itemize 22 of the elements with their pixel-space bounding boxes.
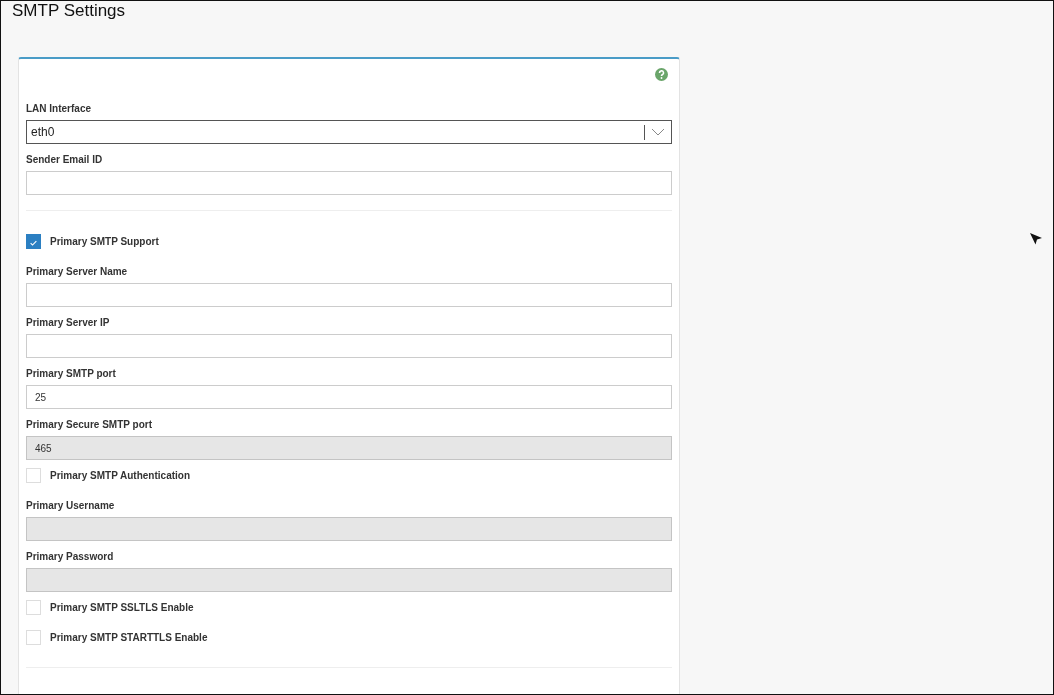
text-field[interactable] bbox=[26, 283, 672, 307]
field-label: Primary Server Name bbox=[26, 265, 129, 278]
mouse-cursor-icon bbox=[1029, 232, 1043, 246]
chevron-down-icon bbox=[651, 128, 665, 136]
checkbox-label: Primary SMTP Authentication bbox=[50, 469, 191, 481]
checkbox-label: Primary SMTP STARTTLS Enable bbox=[50, 631, 208, 643]
field-label: LAN Interface bbox=[26, 102, 92, 115]
checkbox-label: Primary SMTP Support bbox=[50, 235, 159, 247]
field-label: Primary Secure SMTP port bbox=[26, 418, 153, 431]
field-label: Primary Username bbox=[26, 499, 116, 512]
text-field[interactable] bbox=[26, 334, 672, 358]
checkbox[interactable] bbox=[26, 233, 41, 249]
field-label: Primary SMTP port bbox=[26, 367, 117, 380]
text-field[interactable]: 25 bbox=[26, 385, 672, 409]
text-field[interactable] bbox=[26, 171, 672, 195]
help-icon[interactable] bbox=[655, 68, 668, 81]
field-label: Primary Server IP bbox=[26, 316, 111, 329]
page-title: SMTP Settings bbox=[12, 1, 127, 22]
field-label: Primary Password bbox=[26, 550, 115, 563]
lan-interface-dropdown[interactable]: eth0 bbox=[26, 120, 672, 144]
checkbox-label: Primary SMTP SSLTLS Enable bbox=[50, 601, 194, 613]
field-label: Sender Email ID bbox=[26, 153, 104, 166]
